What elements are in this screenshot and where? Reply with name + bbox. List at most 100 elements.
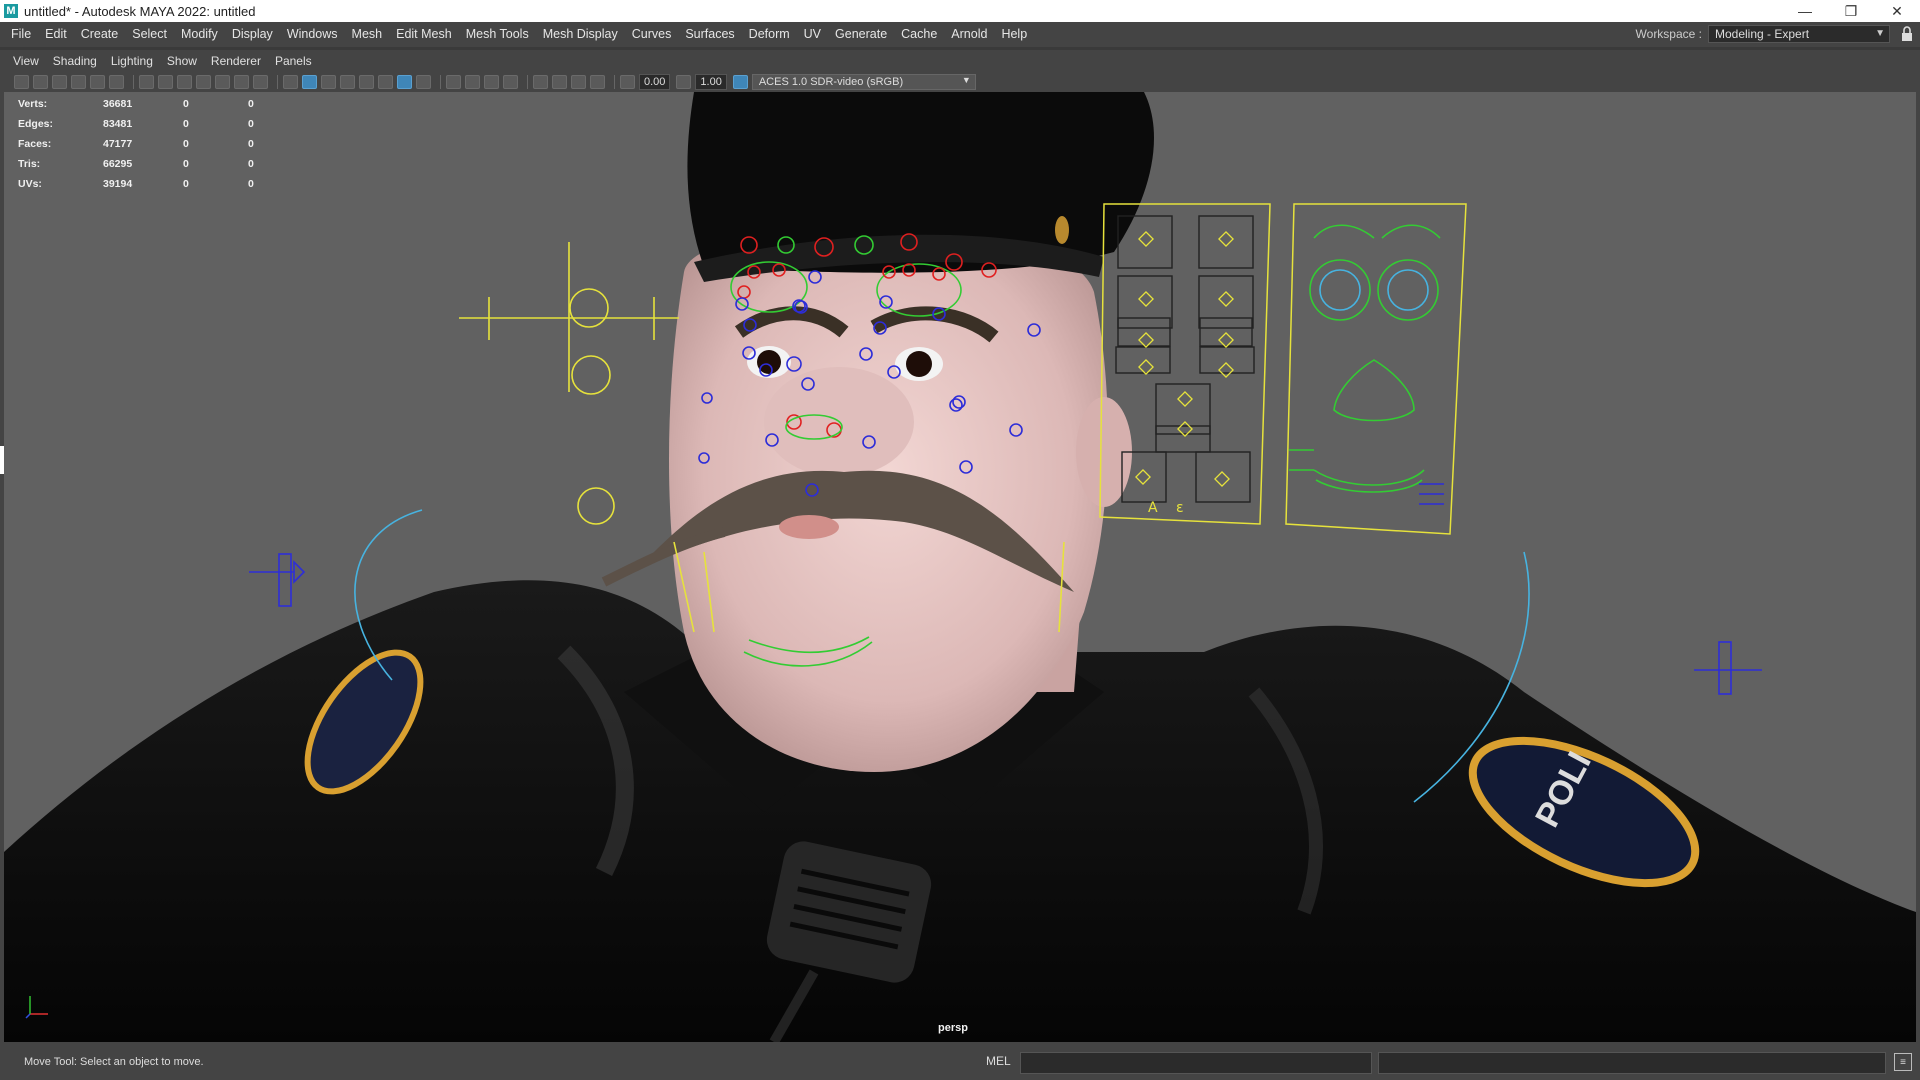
axis-gizmo-icon — [25, 996, 48, 1019]
film-gate-icon[interactable] — [158, 75, 173, 89]
status-bar: Move Tool: Select an object to move. MEL… — [0, 1043, 1920, 1080]
shadows-icon[interactable] — [378, 75, 393, 89]
hud-value-triangles: 0 — [248, 158, 254, 170]
menu-help[interactable]: Help — [994, 22, 1034, 46]
help-line: Move Tool: Select an object to move. — [24, 1055, 204, 1068]
menu-select[interactable]: Select — [125, 22, 174, 46]
hud-value-triangles: 0 — [248, 138, 254, 150]
image-plane-icon[interactable] — [71, 75, 86, 89]
bookmarks-icon[interactable] — [52, 75, 67, 89]
gate-mask-icon[interactable] — [196, 75, 211, 89]
face-panel-label-b: ε — [1176, 500, 1184, 516]
hud-value-triangles: 0 — [248, 178, 254, 190]
menu-mesh-tools[interactable]: Mesh Tools — [459, 22, 536, 46]
exposure-field[interactable]: 0.00 — [639, 74, 671, 90]
motion-blur-icon[interactable] — [465, 75, 480, 89]
multisample-icon[interactable] — [484, 75, 499, 89]
workspace-label: Workspace : — [1635, 27, 1702, 41]
field-chart-icon[interactable] — [215, 75, 230, 89]
chevron-down-icon: ▼ — [961, 75, 971, 85]
safe-action-icon[interactable] — [234, 75, 249, 89]
frame-all-icon[interactable] — [590, 75, 605, 89]
hud-value-selected: 0 — [183, 118, 189, 130]
hud-value-triangles: 0 — [248, 118, 254, 130]
command-line-input[interactable] — [1020, 1052, 1372, 1074]
safe-title-icon[interactable] — [253, 75, 268, 89]
frame-selection-icon[interactable] — [571, 75, 586, 89]
hud-value: 83481 — [103, 118, 133, 130]
xray-active-icon[interactable] — [552, 75, 567, 89]
2d-pan-zoom-icon[interactable] — [90, 75, 105, 89]
camera-label: persp — [938, 1022, 968, 1034]
hud-row-faces: Faces: 47177 0 0 — [18, 134, 278, 154]
resolution-gate-icon[interactable] — [177, 75, 192, 89]
menu-deform[interactable]: Deform — [742, 22, 797, 46]
exposure-icon[interactable] — [620, 75, 635, 89]
wireframe-on-shaded-icon[interactable] — [321, 75, 336, 89]
chevron-down-icon: ▼ — [1875, 28, 1885, 39]
close-button[interactable]: ✕ — [1874, 0, 1920, 22]
menu-display[interactable]: Display — [225, 22, 280, 46]
panel-menu-show[interactable]: Show — [160, 50, 204, 72]
main-menu-bar: File Edit Create Select Modify Display W… — [0, 22, 1920, 46]
menu-file[interactable]: File — [4, 22, 38, 46]
hud-label: Verts: — [18, 98, 48, 110]
hud-row-uvs: UVs: 39194 0 0 — [18, 174, 278, 194]
panel-menu-renderer[interactable]: Renderer — [204, 50, 268, 72]
lock-icon[interactable] — [1900, 26, 1914, 42]
menu-edit-mesh[interactable]: Edit Mesh — [389, 22, 459, 46]
panel-menu-shading[interactable]: Shading — [46, 50, 104, 72]
panel-menu-bar: View Shading Lighting Show Renderer Pane… — [0, 50, 1920, 72]
minimize-button[interactable]: — — [1782, 0, 1828, 22]
menu-generate[interactable]: Generate — [828, 22, 894, 46]
xray-icon[interactable] — [397, 75, 412, 89]
menu-modify[interactable]: Modify — [174, 22, 225, 46]
3d-viewport[interactable]: POLI A ε Verts: 36681 0 0 Edges: 83481 0… — [4, 92, 1916, 1042]
menu-mesh[interactable]: Mesh — [345, 22, 390, 46]
smooth-shade-icon[interactable] — [302, 75, 317, 89]
menu-create[interactable]: Create — [74, 22, 126, 46]
maximize-button[interactable]: ❐ — [1828, 0, 1874, 22]
menu-curves[interactable]: Curves — [625, 22, 679, 46]
hud-value-selected: 0 — [183, 178, 189, 190]
menu-surfaces[interactable]: Surfaces — [678, 22, 741, 46]
workspace-selector: Workspace : Modeling - Expert ▼ — [1636, 24, 1890, 44]
panel-menu-lighting[interactable]: Lighting — [104, 50, 160, 72]
menu-edit[interactable]: Edit — [38, 22, 74, 46]
gamma-icon[interactable] — [676, 75, 692, 89]
menu-windows[interactable]: Windows — [280, 22, 345, 46]
hud-row-edges: Edges: 83481 0 0 — [18, 114, 278, 134]
panel-menu-view[interactable]: View — [6, 50, 46, 72]
panel-menu-panels[interactable]: Panels — [268, 50, 319, 72]
hud-value-triangles: 0 — [248, 98, 254, 110]
isolate-select-icon[interactable] — [533, 75, 548, 89]
view-transform-dropdown[interactable]: ACES 1.0 SDR-video (sRGB) ▼ — [751, 74, 976, 90]
script-editor-icon[interactable]: ≡ — [1894, 1053, 1912, 1071]
menu-mesh-display[interactable]: Mesh Display — [536, 22, 625, 46]
scene-render: POLI A ε — [4, 92, 1916, 1042]
workspace-dropdown[interactable]: Modeling - Expert ▼ — [1708, 25, 1890, 43]
hud-value: 66295 — [103, 158, 133, 170]
menu-arnold[interactable]: Arnold — [944, 22, 994, 46]
depth-of-field-icon[interactable] — [503, 75, 518, 89]
poly-count-hud: Verts: 36681 0 0 Edges: 83481 0 0 Faces:… — [18, 94, 278, 194]
menu-uv[interactable]: UV — [797, 22, 828, 46]
menu-cache[interactable]: Cache — [894, 22, 944, 46]
side-panel-toggle[interactable] — [0, 446, 4, 474]
xray-joints-icon[interactable] — [416, 75, 431, 89]
grid-icon[interactable] — [139, 75, 154, 89]
hud-label: Faces: — [18, 138, 52, 150]
grease-pencil-icon[interactable] — [109, 75, 124, 89]
maya-logo-icon: M — [4, 4, 18, 18]
camera-attributes-icon[interactable] — [33, 75, 48, 89]
hud-label: UVs: — [18, 178, 42, 190]
color-management-icon[interactable] — [732, 75, 748, 89]
wireframe-icon[interactable] — [283, 75, 298, 89]
use-lights-icon[interactable] — [359, 75, 374, 89]
textured-icon[interactable] — [340, 75, 355, 89]
hud-label: Edges: — [18, 118, 54, 130]
script-language-label[interactable]: MEL — [986, 1054, 1011, 1068]
gamma-field[interactable]: 1.00 — [695, 74, 727, 90]
select-camera-icon[interactable] — [14, 75, 29, 89]
ambient-occlusion-icon[interactable] — [446, 75, 461, 89]
